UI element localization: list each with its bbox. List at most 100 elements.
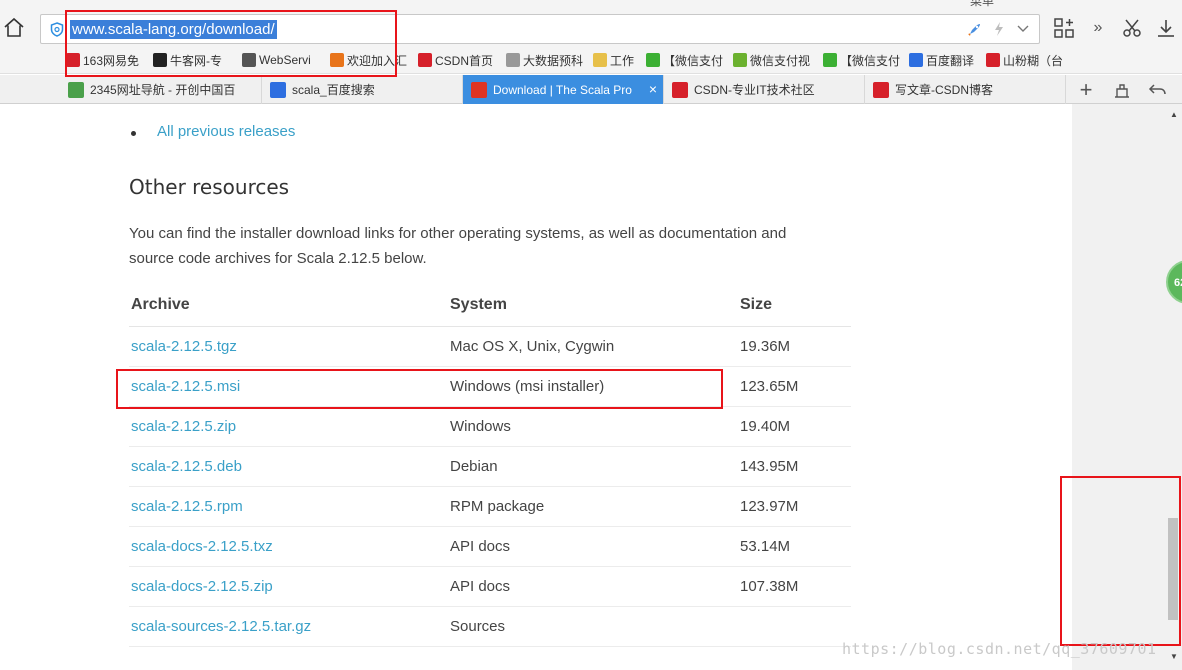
scroll-down-arrow[interactable]: ▼ — [1170, 652, 1178, 661]
size-cell: 143.95M — [738, 446, 851, 487]
size-cell: 19.40M — [738, 406, 851, 447]
browser-toolbar: » — [1052, 16, 1178, 40]
document-icon — [506, 53, 520, 67]
tab-tools: + — [1074, 77, 1170, 102]
table-row: scala-sources-2.12.5.tar.gz Sources — [129, 606, 851, 647]
bookmark-8[interactable]: 【微信支付 — [646, 52, 723, 68]
bookmark-label: 【微信支付 — [663, 53, 724, 68]
close-tab-icon[interactable]: × — [649, 81, 657, 97]
system-cell: API docs — [448, 526, 738, 567]
table-header-row: Archive System Size — [129, 284, 851, 327]
size-cell: 123.65M — [738, 366, 851, 407]
house-2345-icon — [68, 81, 84, 98]
bookmark-label: 山粉糊（台 — [1003, 53, 1064, 68]
system-cell: API docs — [448, 566, 738, 607]
table-row: scala-2.12.5.msi Windows (msi installer) 1… — [129, 366, 851, 407]
section-description: You can find the installer download link… — [129, 225, 787, 267]
size-cell — [738, 606, 851, 647]
tab-label: CSDN-专业IT技术社区 — [694, 83, 815, 97]
folder-icon — [593, 53, 607, 67]
shield-icon — [50, 22, 64, 37]
new-tab-button[interactable]: + — [1074, 77, 1098, 102]
tab-label: scala_百度搜索 — [292, 83, 375, 97]
apps-grid-icon[interactable] — [1052, 16, 1076, 40]
size-column-header: Size — [738, 284, 851, 327]
tab-2[interactable]: scala_百度搜索 — [262, 75, 463, 104]
bookmark-12[interactable]: 山粉糊（台 — [986, 52, 1063, 68]
translate-icon — [909, 53, 923, 67]
bookmark-label: 微信支付视 — [750, 53, 811, 68]
webservice-icon — [242, 53, 256, 67]
table-row: scala-docs-2.12.5.txz API docs 53.14M — [129, 526, 851, 567]
menu-label[interactable]: 菜单 — [970, 0, 994, 9]
bookmark-3[interactable]: WebServi — [242, 52, 311, 68]
table-row: scala-2.12.5.zip Windows 19.40M — [129, 406, 851, 447]
size-cell: 123.97M — [738, 486, 851, 527]
archive-download-link[interactable]: scala-sources-2.12.5.tar.gz — [129, 606, 448, 647]
bookmark-label: 【微信支付 — [840, 53, 901, 68]
archive-download-link[interactable]: scala-docs-2.12.5.txz — [129, 526, 448, 567]
download-icon[interactable] — [1154, 16, 1178, 40]
table-row: scala-docs-2.12.5.zip API docs 107.38M — [129, 566, 851, 607]
chevron-down-icon[interactable] — [1015, 21, 1031, 37]
tab-bar: + 2345网址导航 - 开创中国百 scala_百度搜索 Download | T… — [0, 75, 1182, 104]
rocket-icon[interactable] — [967, 21, 983, 37]
archive-download-link[interactable]: scala-2.12.5.tgz — [129, 326, 448, 367]
archive-download-link[interactable]: scala-2.12.5.msi — [129, 366, 448, 407]
tab-1[interactable]: 2345网址导航 - 开创中国百 — [60, 75, 262, 104]
tab-4[interactable]: CSDN-专业IT技术社区 — [664, 75, 865, 104]
bookmark-5[interactable]: CSDN首页 — [418, 52, 493, 68]
address-bar[interactable]: www.scala-lang.org/download/ — [40, 14, 1040, 44]
all-previous-releases-link[interactable]: All previous releases — [157, 123, 295, 140]
tab-label: 写文章-CSDN博客 — [895, 83, 993, 97]
url-input[interactable]: www.scala-lang.org/download/ — [70, 20, 277, 39]
tab-label: Download | The Scala Pro — [493, 82, 632, 97]
bookmarks-bar: 163网易免 牛客网-专 WebServi 欢迎加入汇 CSDN首页 大数据预科 工作 【微信… — [0, 46, 1182, 74]
scroll-up-arrow[interactable]: ▲ — [1170, 110, 1178, 119]
bookmark-7[interactable]: 工作 — [593, 52, 634, 68]
archive-download-link[interactable]: scala-2.12.5.deb — [129, 446, 448, 487]
floating-speed-badge[interactable]: 62 — [1166, 260, 1182, 304]
restore-tabs-icon[interactable] — [1110, 78, 1134, 102]
size-cell: 53.14M — [738, 526, 851, 567]
bookmark-10[interactable]: 【微信支付 — [823, 52, 900, 68]
size-cell: 19.36M — [738, 326, 851, 367]
bookmark-9[interactable]: 微信支付视 — [733, 52, 810, 68]
home-button[interactable] — [2, 16, 26, 40]
archive-download-link[interactable]: scala-docs-2.12.5.zip — [129, 566, 448, 607]
fan-icon — [986, 53, 1000, 67]
iqiyi-icon — [733, 53, 747, 67]
archive-column-header: Archive — [129, 284, 448, 327]
bookmark-label: WebServi — [259, 53, 311, 67]
system-cell: Sources — [448, 606, 738, 647]
undo-icon[interactable] — [1146, 78, 1170, 102]
scissors-icon[interactable] — [1120, 16, 1144, 40]
netease-icon — [66, 53, 80, 67]
table-row: scala-2.12.5.tgz Mac OS X, Unix, Cygwin 19… — [129, 326, 851, 367]
system-cell: Windows — [448, 406, 738, 447]
bookmark-label: CSDN首页 — [435, 53, 494, 68]
system-column-header: System — [448, 284, 738, 327]
csdn-icon — [672, 81, 688, 98]
home-icon — [4, 17, 24, 37]
nowcoder-icon — [153, 53, 167, 67]
bookmark-11[interactable]: 百度翻译 — [909, 52, 974, 68]
tab-5[interactable]: 写文章-CSDN博客 — [865, 75, 1066, 104]
scala-icon — [471, 81, 487, 98]
bookmark-4[interactable]: 欢迎加入汇 — [330, 52, 407, 68]
bookmark-6[interactable]: 大数据预科 — [506, 52, 583, 68]
bookmark-label: 欢迎加入汇 — [347, 53, 408, 68]
bookmark-2[interactable]: 牛客网-专 — [153, 52, 222, 68]
lightning-icon[interactable] — [991, 21, 1007, 37]
more-chevrons-icon[interactable]: » — [1086, 16, 1110, 40]
archive-download-link[interactable]: scala-2.12.5.rpm — [129, 486, 448, 527]
scrollbar-thumb[interactable] — [1168, 518, 1178, 620]
bookmark-label: 工作 — [610, 53, 635, 68]
tab-3[interactable]: Download | The Scala Pro × — [463, 75, 664, 104]
baidu-paw-icon — [270, 81, 286, 98]
archive-download-link[interactable]: scala-2.12.5.zip — [129, 406, 448, 447]
wechat-icon — [646, 53, 660, 67]
table-row: scala-2.12.5.deb Debian 143.95M — [129, 446, 851, 487]
bookmark-1[interactable]: 163网易免 — [66, 52, 139, 68]
page-side-gutter: ▲ ▼ 62 — [1072, 104, 1182, 670]
